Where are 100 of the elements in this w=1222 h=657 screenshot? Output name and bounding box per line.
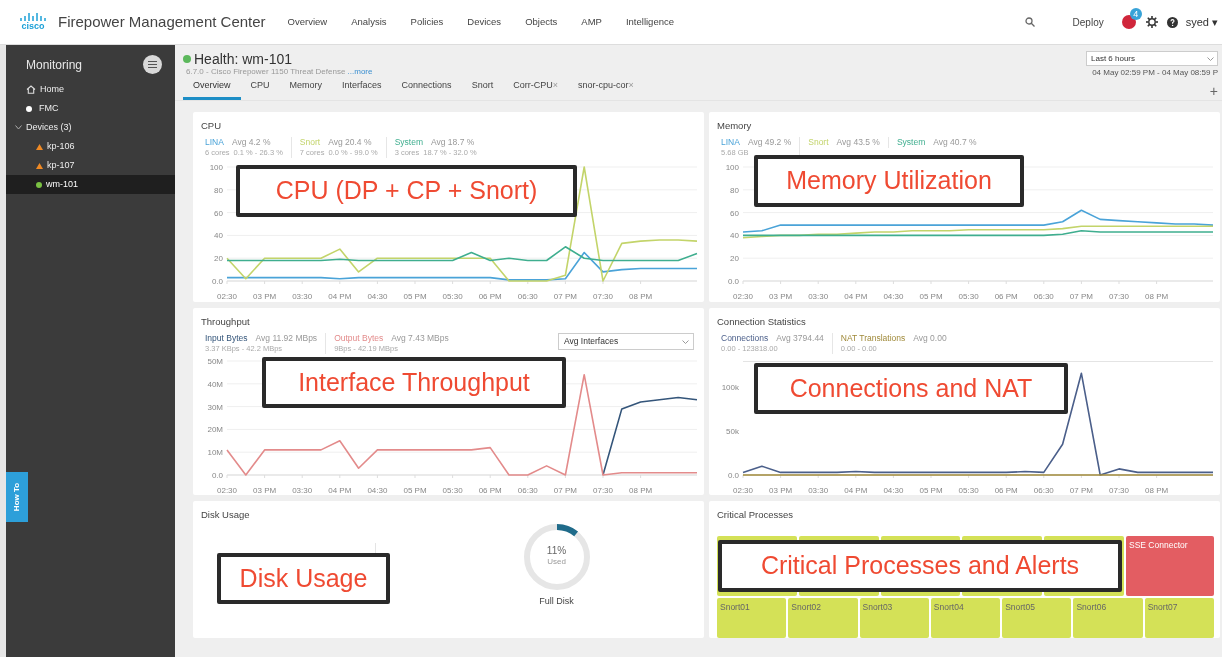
interface-dropdown[interactable]: Avg Interfaces — [558, 333, 694, 351]
axis-label: 04 PM — [328, 486, 352, 495]
legend-label[interactable]: Connections — [721, 333, 769, 345]
device-item[interactable]: kp-107 — [6, 156, 175, 175]
add-tab-button[interactable]: + — [1209, 84, 1218, 98]
axis-label: 04:30 — [367, 486, 388, 495]
process-tile: Snort03 — [859, 598, 929, 638]
axis-label: 30M — [207, 402, 223, 412]
used-label: Used — [547, 556, 566, 569]
axis-label: 05 PM — [403, 292, 427, 302]
axis-label: 06:30 — [1033, 292, 1054, 302]
legend-label[interactable]: NAT Translations — [840, 333, 906, 345]
axis-label: 05 PM — [919, 486, 943, 495]
search-icon[interactable] — [1024, 17, 1035, 27]
nav-link[interactable]: Analysis — [339, 14, 399, 30]
chevron-icon[interactable] — [15, 125, 22, 130]
axis-label: 20M — [207, 425, 223, 435]
axis-label: 07 PM — [553, 486, 577, 495]
sidebar-item[interactable]: Home — [6, 80, 175, 99]
process-tile: Snort06 — [1073, 598, 1143, 638]
axis-label: 100k — [721, 383, 739, 393]
help-icon[interactable] — [1166, 16, 1178, 28]
axis-label: 40M — [207, 379, 223, 389]
tab[interactable]: Overview — [183, 78, 241, 100]
tab[interactable]: CPU — [240, 78, 280, 100]
callout-label: CPU (DP + CP + Snort) — [236, 165, 577, 217]
axis-label: 04:30 — [367, 292, 388, 302]
axis-label: 06 PM — [994, 486, 1018, 495]
deploy-button[interactable]: Deploy — [1072, 14, 1104, 30]
axis-label: 07 PM — [1069, 292, 1093, 302]
axis-label: 02:30 — [217, 486, 237, 495]
sidebar-item[interactable]: Devices (3) — [6, 118, 175, 137]
process-tile: Snort01 — [717, 598, 787, 638]
tab[interactable]: Connections — [391, 78, 462, 100]
axis-label: 05:30 — [442, 292, 463, 302]
legend-average: Avg 0.00 — [913, 333, 947, 345]
callout-label: Memory Utilization — [754, 155, 1024, 207]
callout-label: Disk Usage — [217, 553, 390, 604]
axis-label: 0.0 — [727, 471, 739, 480]
settings-icon[interactable] — [1145, 16, 1158, 28]
legend-label[interactable]: Input Bytes — [205, 333, 248, 345]
process-tile: Snort02 — [788, 598, 858, 638]
axis-label: 03:30 — [292, 486, 313, 495]
axis-label: 50M — [207, 357, 223, 366]
axis-label: 02:30 — [733, 292, 753, 302]
device-item[interactable]: kp-106 — [6, 137, 175, 156]
nav-link[interactable]: Devices — [455, 14, 514, 30]
axis-label: 07:30 — [593, 292, 613, 302]
axis-label: 08 PM — [1145, 292, 1169, 302]
axis-label: 05:30 — [958, 292, 979, 302]
axis-label: 07:30 — [1109, 292, 1129, 302]
axis-label: 08 PM — [629, 486, 653, 495]
sidebar-item[interactable]: FMC — [6, 99, 175, 118]
card-title: CPU — [201, 119, 223, 133]
tab[interactable]: Memory — [279, 78, 333, 100]
warning-icon — [36, 143, 43, 150]
user-menu[interactable]: syed ▾ — [1185, 13, 1218, 31]
logo-text: cisco — [21, 22, 45, 31]
axis-label: 03 PM — [253, 486, 277, 495]
axis-label: 06:30 — [517, 292, 538, 302]
legend-average: Avg 11.92 MBps — [255, 333, 318, 345]
axis-label: 0.0 — [211, 471, 223, 480]
home-icon — [26, 85, 36, 94]
axis-label: 03:30 — [808, 486, 829, 495]
axis-label: 07:30 — [593, 486, 613, 495]
axis-label: 40 — [730, 231, 739, 241]
axis-label: 07:30 — [1109, 486, 1129, 495]
time-range-dropdown[interactable]: Last 6 hours — [1086, 51, 1218, 66]
legend-average: Avg 20.4 % — [328, 137, 372, 149]
legend-average: Avg 40.7 % — [933, 137, 977, 149]
chevron-icon — [1207, 56, 1214, 61]
legend-average: Avg 4.2 % — [231, 137, 271, 149]
axis-label: 06 PM — [478, 292, 502, 302]
axis-label: 05 PM — [403, 486, 427, 495]
axis-label: 0.0 — [727, 277, 739, 287]
nav-link[interactable]: Policies — [398, 14, 456, 30]
alert-icon[interactable] — [1121, 15, 1136, 29]
axis-label: 40 — [214, 231, 223, 241]
tab[interactable]: Snort — [461, 78, 504, 100]
nav-link[interactable]: Intelligence — [613, 14, 686, 30]
device-item[interactable]: wm-101 — [6, 175, 175, 194]
chevron-icon — [682, 339, 689, 344]
tab[interactable]: Corr-CPU× — [503, 78, 568, 100]
nav-link[interactable]: Objects — [513, 14, 570, 30]
legend-average: Avg 18.7 % — [430, 137, 475, 149]
warning-icon — [36, 162, 43, 169]
process-tile: Snort05 — [1002, 598, 1072, 638]
axis-label: 10M — [207, 448, 223, 458]
axis-label: 03 PM — [769, 292, 793, 302]
axis-label: 06 PM — [478, 486, 502, 495]
menu-icon[interactable] — [143, 55, 162, 74]
nav-link[interactable]: AMP — [569, 14, 614, 30]
card-title: Critical Processes — [717, 508, 795, 522]
legend-average: Avg 43.5 % — [836, 137, 880, 149]
tab[interactable]: Interfaces — [332, 78, 392, 100]
axis-label: 03:30 — [808, 292, 829, 302]
axis-label: 80 — [214, 186, 223, 196]
tab[interactable]: snor-cpu-cor× — [567, 78, 644, 100]
axis-label: 03 PM — [769, 486, 793, 495]
nav-link[interactable]: Overview — [275, 14, 340, 30]
